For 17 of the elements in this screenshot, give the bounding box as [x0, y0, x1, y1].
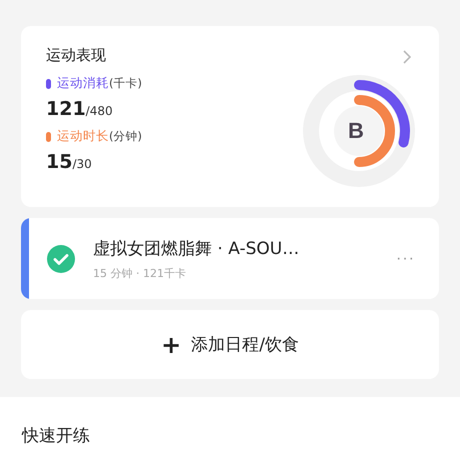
metric-target: /480 — [86, 104, 113, 118]
grade-label: B — [348, 118, 364, 144]
metric-unit: (千卡) — [109, 76, 142, 91]
metric-value: 15 — [46, 151, 72, 173]
metric-label: 运动消耗 — [57, 75, 109, 92]
chevron-icon[interactable] — [403, 50, 411, 64]
performance-card[interactable]: 运动表现 运动消耗(千卡) 121/480 运动时长(分钟) 15/30 B — [21, 26, 439, 207]
add-schedule-button[interactable]: + 添加日程/饮食 — [21, 310, 439, 379]
task-meta: 15 分钟 · 121千卡 — [93, 266, 187, 280]
section-title: 快速开练 — [22, 425, 91, 447]
task-card[interactable]: 虚拟女团燃脂舞 · A-SOU… 15 分钟 · 121千卡 ··· — [21, 218, 439, 299]
metric-target: /30 — [72, 157, 92, 171]
metric-value: 121 — [46, 98, 86, 120]
task-title: 虚拟女团燃脂舞 · A-SOU… — [93, 238, 300, 260]
metric-label: 运动时长 — [57, 128, 109, 145]
card-title: 运动表现 — [46, 46, 107, 65]
metric-unit: (分钟) — [109, 129, 142, 144]
